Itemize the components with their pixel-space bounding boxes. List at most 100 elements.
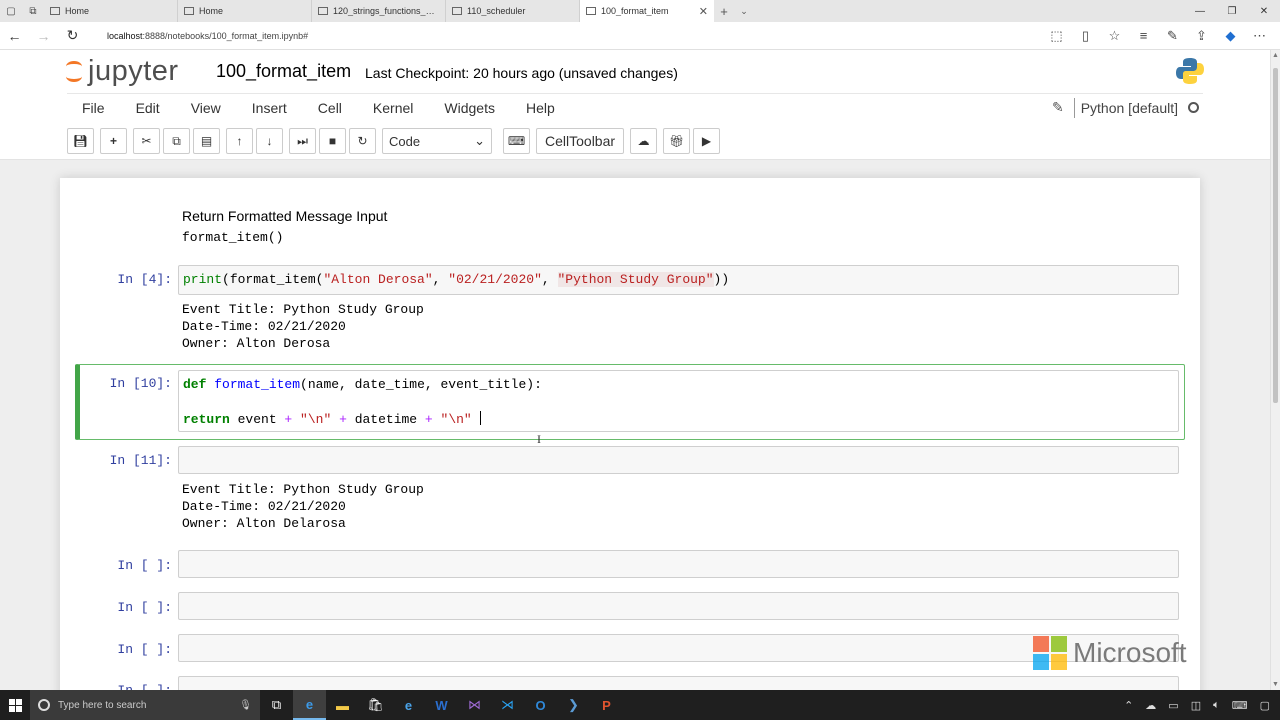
notifications-icon[interactable]: ▢ (1260, 699, 1270, 712)
more-icon[interactable]: ⋯ (1245, 28, 1274, 44)
edge-app-icon[interactable]: e (293, 690, 326, 720)
browser-tab-home-1[interactable]: Home (44, 0, 178, 22)
forward-arrow-icon[interactable]: → (29, 28, 58, 44)
interrupt-kernel-button[interactable]: ■ (319, 128, 346, 154)
tab-preview-chevron-icon[interactable]: ⌄ (734, 0, 754, 22)
web-note-icon[interactable]: ✎ (1158, 28, 1187, 44)
scroll-down-icon[interactable]: ▼ (1272, 681, 1279, 688)
cell-prompt: In [11]: (109, 453, 172, 468)
menu-widgets[interactable]: Widgets (444, 100, 495, 116)
kernel-separator (1073, 97, 1075, 118)
restore-icon[interactable]: ❐ (1216, 0, 1248, 22)
favorite-star-icon[interactable]: ☆ (1100, 28, 1129, 44)
page-icon (586, 7, 596, 15)
paste-cells-button[interactable]: ▤ (193, 128, 220, 154)
code-cell-input[interactable] (178, 446, 1179, 474)
jupyter-logo-text: jupyter (88, 55, 179, 87)
back-arrow-icon[interactable]: ← (0, 28, 29, 44)
close-window-icon[interactable]: ✕ (1248, 0, 1280, 22)
python-logo-icon (1176, 58, 1204, 84)
share-icon[interactable]: ⇪ (1187, 28, 1216, 44)
taskbar-search[interactable]: Type here to search 🎙︎ (30, 690, 260, 720)
keyboard-icon[interactable]: ⌨ (1232, 699, 1248, 712)
scroll-thumb[interactable] (1273, 68, 1278, 403)
notebook-area: Return Formatted Message Input format_it… (0, 160, 1270, 690)
cell-output: Event Title: Python Study Group Date-Tim… (182, 482, 424, 531)
outlook-icon[interactable]: O (524, 690, 557, 720)
start-button[interactable] (0, 690, 30, 720)
cell-type-value: Code (389, 133, 421, 149)
browser-tab-home-2[interactable]: Home (178, 0, 312, 22)
run-cell-button[interactable]: ⏭ (289, 128, 316, 154)
menu-view[interactable]: View (191, 100, 221, 116)
browser-tab-strings[interactable]: 120_strings_functions_sumn (312, 0, 446, 22)
powershell-icon[interactable]: ❯ (557, 690, 590, 720)
empty-code-cell[interactable] (178, 550, 1179, 578)
menu-help[interactable]: Help (526, 100, 555, 116)
onedrive-icon[interactable]: ☁ (1145, 699, 1156, 712)
menu-cell[interactable]: Cell (318, 100, 342, 116)
visual-studio-icon[interactable]: ⋈ (458, 690, 491, 720)
empty-code-cell[interactable] (178, 676, 1179, 690)
powerpoint-icon[interactable]: P (590, 690, 623, 720)
markdown-inline-code: format_item() (182, 230, 284, 245)
code-line: return event + "\n" + datetime + "\n" (183, 411, 481, 427)
menu-file[interactable]: File (82, 100, 105, 116)
celltoolbar-button[interactable]: CellToolbar (536, 128, 625, 154)
system-tray: ⌃ ☁ ▭ ◫ 🔈︎ ⌨ ▢ (1124, 699, 1280, 712)
scroll-up-icon[interactable]: ▲ (1272, 52, 1279, 59)
address-bar-icons: ⬚ ▯ ☆ ≡ ✎ ⇪ ◆ ⋯ (1042, 28, 1274, 44)
minimize-icon[interactable]: — (1184, 0, 1216, 22)
move-cell-up-button[interactable]: ↑ (226, 128, 253, 154)
url-field[interactable]: localhost:8888/notebooks/100_format_item… (107, 31, 1042, 41)
microphone-icon[interactable]: 🎙︎ (239, 700, 252, 711)
close-tab-icon[interactable]: ✕ (699, 5, 708, 18)
code-cell-input-editing[interactable]: def format_item(name, date_time, event_t… (178, 370, 1179, 432)
ie-icon[interactable]: e (392, 690, 425, 720)
empty-code-cell[interactable] (178, 634, 1179, 662)
store-icon[interactable]: 🛍︎ (359, 690, 392, 720)
browser-tab-scheduler[interactable]: 110_scheduler (446, 0, 580, 22)
volume-icon[interactable]: 🔈︎ (1213, 699, 1220, 712)
save-button[interactable]: 💾︎ (67, 128, 94, 154)
cloud-upload-button[interactable]: ☁ (630, 128, 658, 154)
menu-edit[interactable]: Edit (136, 100, 160, 116)
restart-kernel-button[interactable]: ↻ (349, 128, 376, 154)
word-icon[interactable]: W (425, 690, 458, 720)
browser-tab-format-item[interactable]: 100_format_item ✕ (580, 0, 714, 22)
tab-label: 110_scheduler (467, 6, 526, 16)
display-icon[interactable]: ▭ (1168, 699, 1178, 712)
empty-code-cell[interactable] (178, 592, 1179, 620)
extension-blue-icon[interactable]: ◆ (1216, 28, 1245, 44)
refresh-icon[interactable]: ↻ (58, 27, 87, 44)
page-scrollbar[interactable]: ▲ ▼ (1270, 50, 1280, 690)
jupyter-header: jupyter 100_format_item Last Checkpoint:… (0, 51, 1270, 93)
vscode-icon[interactable]: ⋊ (491, 690, 524, 720)
youtube-button[interactable]: ▶ (693, 128, 721, 154)
extension-icon[interactable]: ⬚ (1042, 28, 1071, 44)
tray-chevron-icon[interactable]: ⌃ (1124, 699, 1133, 712)
insert-cell-below-button[interactable]: + (100, 128, 127, 154)
jupyter-logo[interactable]: jupyter (64, 55, 179, 88)
network-icon[interactable]: ◫ (1191, 699, 1201, 712)
reading-view-icon[interactable]: ▯ (1071, 28, 1100, 44)
hub-icon[interactable]: ≡ (1129, 28, 1158, 44)
cell-type-select[interactable]: Code ⌄ (382, 128, 492, 154)
task-view-icon[interactable]: ⧉ (260, 690, 293, 720)
menu-kernel[interactable]: Kernel (373, 100, 413, 116)
tab-label: Home (199, 6, 224, 16)
window-menu-icon[interactable]: ▢ (0, 0, 22, 22)
cut-cells-button[interactable]: ✂ (133, 128, 160, 154)
command-palette-button[interactable]: ⌨ (503, 128, 530, 154)
menu-insert[interactable]: Insert (252, 100, 287, 116)
copy-cells-button[interactable]: ⧉ (163, 128, 190, 154)
kernel-idle-icon (1188, 102, 1199, 113)
file-explorer-icon[interactable]: ▬ (326, 690, 359, 720)
move-cell-down-button[interactable]: ↓ (256, 128, 283, 154)
code-cell-input[interactable]: print(format_item("Alton Derosa", "02/21… (178, 265, 1179, 295)
gift-button[interactable]: 🎁︎ (663, 128, 691, 154)
url-host: localhost (107, 30, 143, 41)
set-aside-tabs-icon[interactable]: ⧉ (22, 0, 44, 22)
new-tab-icon[interactable]: + (714, 0, 734, 22)
notebook-name[interactable]: 100_format_item (216, 61, 351, 82)
